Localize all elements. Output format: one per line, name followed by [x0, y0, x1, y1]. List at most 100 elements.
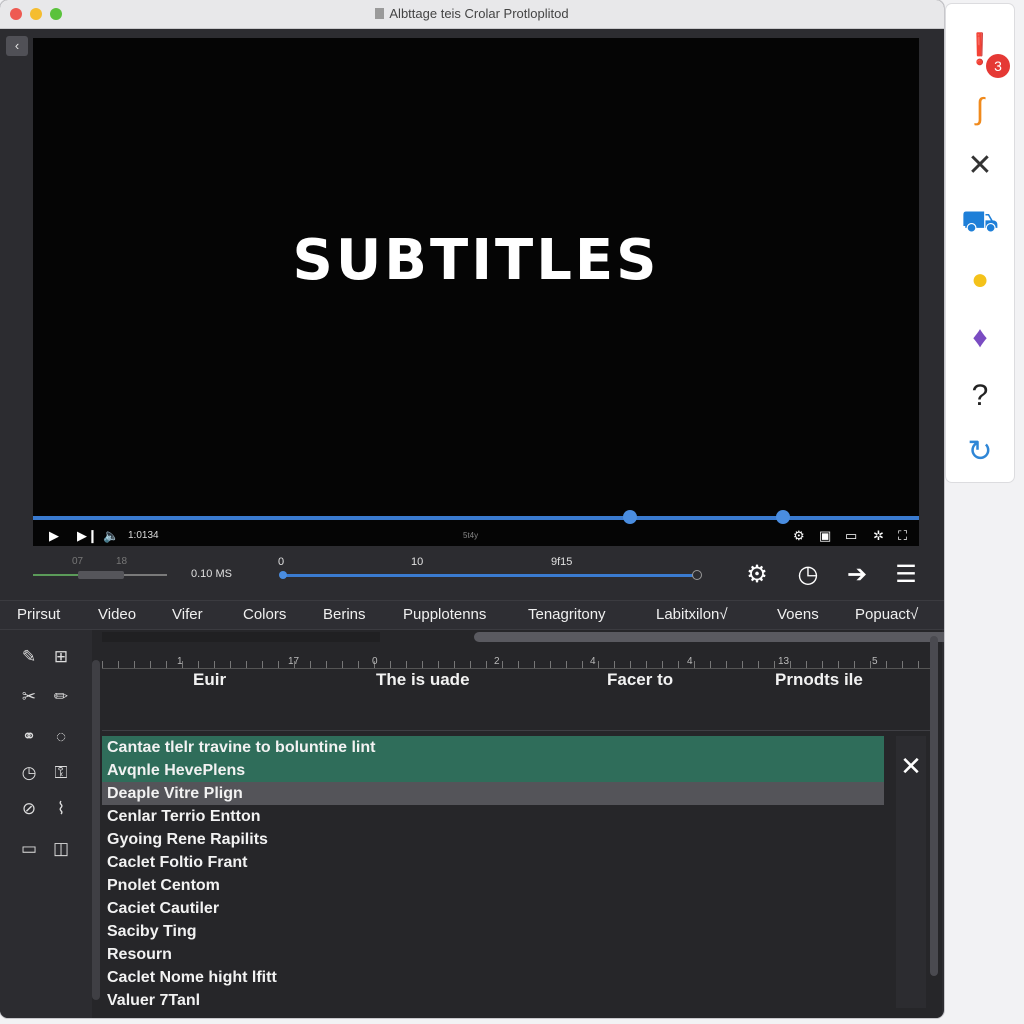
subtitle-editor: 1 17 0 2 4 4 13 5 Euir The is uade Facer…	[92, 630, 944, 1018]
dashed-circle-icon[interactable]: ◌	[48, 724, 74, 750]
clock-icon[interactable]: ◷	[793, 560, 823, 590]
plugin-icon[interactable]: ♦	[960, 318, 1000, 358]
bandage-icon[interactable]: ⊘	[16, 796, 42, 822]
list-item[interactable]: Caclet Nome hight lfitt	[102, 966, 884, 989]
gift-icon[interactable]: ⊞	[48, 644, 74, 670]
brush-icon[interactable]: ⌇	[48, 796, 74, 822]
close-icon[interactable]: ✕	[896, 736, 926, 1008]
menu-item-video[interactable]: Video	[98, 606, 136, 623]
list-item[interactable]: Caclet Foltio Frant	[102, 851, 884, 874]
timeline-scrubber[interactable]	[279, 570, 702, 580]
volume-icon[interactable]: 🔈	[103, 528, 119, 544]
duration-label: 0.10 MS	[191, 568, 232, 580]
ruler-number: 17	[288, 656, 300, 667]
scissors-icon[interactable]: ✂	[16, 684, 42, 710]
ruler-number: 13	[778, 656, 790, 667]
list-item[interactable]: Deaple Vitre Plign	[102, 782, 884, 805]
list-item[interactable]: Saciby Ting	[102, 920, 884, 943]
mini-label-end: 18	[116, 556, 128, 567]
left-scrollbar[interactable]	[92, 660, 100, 1000]
document-icon	[375, 8, 385, 19]
next-frame-icon[interactable]: ▶❙	[77, 528, 98, 544]
window-title-text: Albttage teis Crolar Protloplitod	[389, 6, 569, 21]
menu-item-berins[interactable]: Berins	[323, 606, 366, 623]
menu-item-pupplotenns[interactable]: Pupplotenns	[403, 606, 486, 623]
list-item[interactable]: Avqnle HevePlens	[102, 759, 884, 782]
translate-icon[interactable]: ⛟	[960, 202, 1000, 242]
ruler-number: 1	[177, 656, 183, 667]
app-window: Albttage teis Crolar Protloplitod ‹ SUBT…	[0, 0, 944, 1018]
menu-item-colors[interactable]: Colors	[243, 606, 286, 623]
column-header-2[interactable]: The is uade	[376, 670, 470, 690]
menu-item-tenagritony[interactable]: Tenagritony	[528, 606, 606, 623]
ruler-number: 4	[687, 656, 693, 667]
split-view-icon[interactable]: ◫	[48, 836, 74, 862]
pencil-icon[interactable]: ✏	[48, 684, 74, 710]
menu-item-vifer[interactable]: Vifer	[172, 606, 203, 623]
back-button[interactable]: ‹	[6, 36, 28, 56]
header-divider	[102, 704, 932, 731]
timeline-tick-2: 9f15	[551, 556, 573, 568]
gear-icon[interactable]: ⚙	[742, 560, 772, 590]
menu-icon[interactable]: ☰	[891, 560, 921, 590]
ruler-number: 4	[590, 656, 596, 667]
horizontal-scrollbar[interactable]	[474, 632, 944, 642]
notification-badge: 3	[986, 54, 1010, 78]
list-item[interactable]: Cantae tlelr travine to boluntine lint	[102, 736, 884, 759]
time-ruler[interactable]: 1 17 0 2 4 4 13 5	[102, 644, 932, 669]
subtitle-list: Cantae tlelr travine to boluntine lint A…	[102, 736, 884, 1018]
tool-panel: ✎ ⊞ ✂ ✏ ⚭ ◌ ◷ ⚿ ⊘ ⌇ ▭ ◫	[0, 630, 90, 1018]
list-item[interactable]: Valuer 7Tanl	[102, 989, 884, 1012]
export-icon[interactable]: ➔	[842, 560, 872, 590]
seek-marker-in[interactable]	[623, 510, 637, 524]
subtitle-overlay: SUBTITLES	[292, 228, 660, 293]
menu-item-labitxilon[interactable]: Labitxilon√	[656, 606, 728, 623]
captions-icon[interactable]: ▭	[845, 528, 857, 544]
list-item[interactable]: Gyoing Rene Rapilits	[102, 828, 884, 851]
menu-item-voens[interactable]: Voens	[777, 606, 819, 623]
video-preview[interactable]: SUBTITLES ▶ ▶❙ 🔈 1:0134 5t4y ⚙ ▣ ▭ ✲ ⛶	[33, 38, 919, 546]
list-item[interactable]: Caciet Cautiler	[102, 897, 884, 920]
window-title: Albttage teis Crolar Protloplitod	[0, 6, 944, 21]
settings-icon[interactable]: ⚙	[793, 528, 805, 544]
stripe-icon[interactable]: ●	[960, 260, 1000, 300]
refresh-icon[interactable]: ↻	[960, 432, 1000, 472]
video-status-label: 5t4y	[463, 531, 479, 540]
menu-item-prirsut[interactable]: Prirsut	[17, 606, 60, 623]
right-dock: ❗ 3 ∫ ✕ ⛟ ● ♦ ? ↻	[946, 4, 1014, 482]
menu-bar: Prirsut Video Vifer Colors Berins Pupplo…	[0, 600, 944, 630]
column-header-4[interactable]: Prnodts ile	[775, 670, 863, 690]
caption-box-icon[interactable]: ▭	[16, 836, 42, 862]
title-bar: Albttage teis Crolar Protloplitod	[0, 0, 944, 29]
list-item[interactable]: Pnolet Centom	[102, 874, 884, 897]
pen-icon[interactable]: ✎	[16, 644, 42, 670]
seek-marker-out[interactable]	[776, 510, 790, 524]
fullscreen-icon[interactable]: ⛶	[898, 528, 907, 544]
mini-label-start: 07	[72, 556, 84, 567]
column-header-1[interactable]: Euir	[193, 670, 226, 690]
playhead[interactable]	[279, 571, 287, 579]
list-item[interactable]: Resourn	[102, 943, 884, 966]
menu-item-popuact[interactable]: Popuact√	[855, 606, 918, 623]
play-icon[interactable]: ▶	[49, 528, 59, 544]
zoom-slider[interactable]	[33, 571, 167, 579]
help-icon[interactable]: ?	[960, 376, 1000, 416]
tools-cross-icon[interactable]: ✕	[960, 146, 1000, 186]
ruler-number: 2	[494, 656, 500, 667]
zoom-slider-thumb[interactable]	[78, 571, 124, 579]
ruler-track	[102, 632, 380, 642]
timeline-tick-1: 10	[411, 556, 424, 568]
ruler-number: 5	[872, 656, 878, 667]
vertical-scrollbar[interactable]	[930, 636, 938, 976]
timeline-bar: 07 18 0.10 MS 0 10 9f15 ⚙ ◷ ➔ ☰	[0, 548, 944, 600]
link-icon[interactable]: ⚭	[16, 724, 42, 750]
effects-icon[interactable]: ✲	[873, 528, 884, 544]
swoosh-icon[interactable]: ∫	[960, 90, 1000, 130]
timer-icon[interactable]: ◷	[16, 760, 42, 786]
ruler-number: 0	[372, 656, 378, 667]
key-icon[interactable]: ⚿	[48, 760, 74, 786]
list-item[interactable]: Cenlar Terrio Entton	[102, 805, 884, 828]
timeline-tick-0: 0	[278, 556, 285, 568]
column-header-3[interactable]: Facer to	[607, 670, 673, 690]
camera-icon[interactable]: ▣	[819, 528, 831, 544]
